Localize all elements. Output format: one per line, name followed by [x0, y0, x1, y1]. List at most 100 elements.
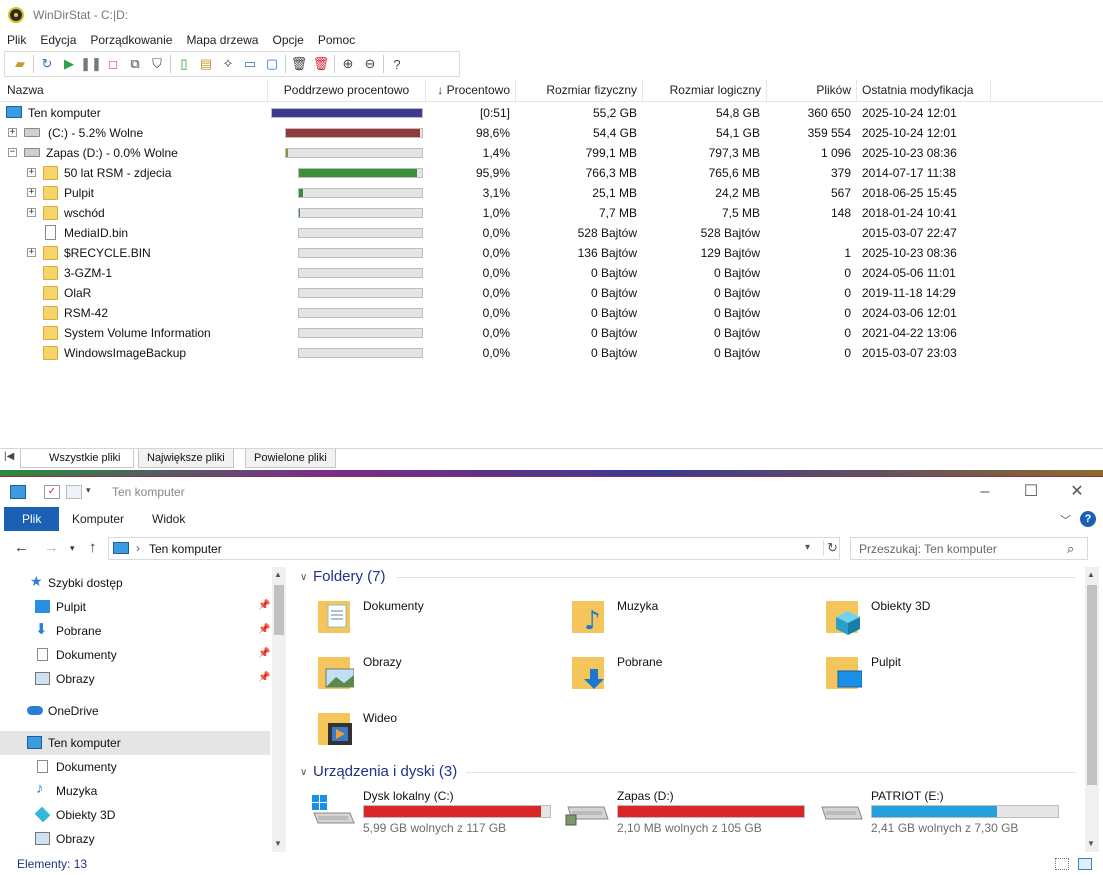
expand-icon[interactable]: +	[27, 208, 36, 217]
nav-item-muzyka[interactable]: ♪ Muzyka	[0, 779, 270, 803]
tree-row[interactable]: + $RECYCLE.BIN 0,0% 136 Bajtów 129 Bajtó…	[0, 243, 1103, 263]
search-icon[interactable]: ⌕	[1067, 541, 1074, 557]
tree-row[interactable]: + wschód 1,0% 7,7 MB 7,5 MB 148 2018-01-…	[0, 203, 1103, 223]
forward-arrow-icon[interactable]: →	[44, 539, 59, 556]
close-button[interactable]: ✕	[1054, 477, 1100, 507]
menu-opcje[interactable]: Opcje	[265, 33, 310, 47]
breadcrumb[interactable]: Ten komputer	[149, 542, 222, 556]
scroll-down-icon[interactable]: ▼	[274, 839, 282, 848]
open-folder-icon[interactable]: ▰	[9, 53, 31, 75]
maximize-button[interactable]: ☐	[1008, 477, 1054, 507]
delete-icon[interactable]: 🗑	[310, 53, 332, 75]
tab-wszystkie-pliki[interactable]: Wszystkie pliki	[20, 449, 134, 468]
tree-row[interactable]: − Zapas (D:) - 0.0% Wolne 1,4% 799,1 MB …	[0, 143, 1103, 163]
properties-icon[interactable]: ▢	[261, 53, 283, 75]
col-procentowo[interactable]: ↓ Procentowo	[426, 80, 516, 102]
nav-item-pobrane[interactable]: ⬇ Pobrane 📌	[0, 619, 270, 643]
col-ostatnia-modyfikacja[interactable]: Ostatnia modyfikacja	[857, 80, 991, 102]
properties-icon[interactable]: ✓	[44, 485, 60, 499]
tree-row[interactable]: System Volume Information 0,0% 0 Bajtów …	[0, 323, 1103, 343]
scroll-thumb[interactable]	[1087, 585, 1097, 785]
folder-tile[interactable]: Pobrane	[544, 647, 794, 699]
tree-row[interactable]: RSM-42 0,0% 0 Bajtów 0 Bajtów 0 2024-03-…	[0, 303, 1103, 323]
filter-icon[interactable]: ⛉	[146, 53, 168, 75]
refresh-icon[interactable]: ↻	[823, 540, 838, 556]
nav-item-pulpit[interactable]: Pulpit 📌	[0, 595, 270, 619]
expand-icon[interactable]: +	[8, 128, 17, 137]
open-item-icon[interactable]: ▯	[173, 53, 195, 75]
address-bar[interactable]: › Ten komputer ▾ ↻	[108, 537, 840, 560]
group-header-drives[interactable]: Urządzenia i dyski (3)	[313, 763, 457, 780]
pin-icon[interactable]: 📌	[258, 672, 270, 683]
play-icon[interactable]: ▶	[58, 53, 80, 75]
folder-tile[interactable]: Obrazy	[290, 647, 540, 699]
pin-icon[interactable]: 📌	[258, 600, 270, 611]
nav-item-dokumenty[interactable]: Dokumenty 📌	[0, 643, 270, 667]
folder-tile[interactable]: Wideo	[290, 703, 540, 755]
menu-pomoc[interactable]: Pomoc	[311, 33, 362, 47]
zoom-in-icon[interactable]: ⊕	[337, 53, 359, 75]
nav-item-obiekty-3d[interactable]: Obiekty 3D	[0, 803, 270, 827]
collapse-group-icon[interactable]: ∨	[300, 572, 307, 583]
nav-item-obrazy[interactable]: Obrazy 📌	[0, 667, 270, 691]
breadcrumb-chevron-icon[interactable]: ›	[136, 541, 140, 555]
details-view-icon[interactable]	[1055, 858, 1069, 870]
content-scrollbar[interactable]: ▲ ▼	[1085, 567, 1099, 852]
folder-tile[interactable]: Dokumenty	[290, 591, 540, 643]
copy-path-icon[interactable]: ⧉	[124, 53, 146, 75]
customize-dropdown-icon[interactable]: ▾	[86, 485, 102, 499]
col-plikow[interactable]: Plików	[767, 80, 857, 102]
folder-tile[interactable]: ♪ Muzyka	[544, 591, 794, 643]
expand-ribbon-icon[interactable]: ﹀	[1060, 512, 1071, 528]
tree-row[interactable]: 3-GZM-1 0,0% 0 Bajtów 0 Bajtów 0 2024-05…	[0, 263, 1103, 283]
expand-icon[interactable]: +	[27, 168, 36, 177]
nav-scrollbar[interactable]: ▲ ▼	[272, 567, 286, 852]
expand-icon[interactable]: +	[27, 188, 36, 197]
help-icon[interactable]: ?	[1080, 511, 1096, 527]
tree-row[interactable]: WindowsImageBackup 0,0% 0 Bajtów 0 Bajtó…	[0, 343, 1103, 363]
nav-item-dokumenty[interactable]: Dokumenty	[0, 755, 270, 779]
scroll-up-icon[interactable]: ▲	[1087, 570, 1095, 579]
tab-powielone-pliki[interactable]: Powielone pliki	[245, 449, 336, 468]
search-input[interactable]: Przeszukaj: Ten komputer ⌕	[850, 537, 1088, 560]
menu-mapa-drzewa[interactable]: Mapa drzewa	[179, 33, 265, 47]
explorer-icon[interactable]: ▭	[239, 53, 261, 75]
drive-tile[interactable]: Dysk lokalny (C:) 5,99 GB wolnych z 117 …	[290, 785, 551, 835]
tab-plik[interactable]: Plik	[4, 507, 60, 531]
scroll-thumb[interactable]	[274, 585, 284, 635]
folder-tile[interactable]: Obiekty 3D	[798, 591, 1048, 643]
large-icons-view-icon[interactable]	[1078, 858, 1092, 870]
nav-onedrive[interactable]: OneDrive	[0, 699, 270, 723]
tab-scroll-first-icon[interactable]: |◀	[4, 451, 14, 462]
help-icon[interactable]: ?	[386, 53, 408, 75]
pin-icon[interactable]: 📌	[258, 624, 270, 635]
menu-plik[interactable]: Plik	[0, 33, 33, 47]
expand-icon[interactable]: +	[27, 248, 36, 257]
new-folder-icon[interactable]	[66, 485, 82, 499]
menu-edycja[interactable]: Edycja	[33, 33, 83, 47]
tree-row[interactable]: Ten komputer [0:51] 55,2 GB 54,8 GB 360 …	[0, 103, 1103, 123]
nav-quick-access[interactable]: ★ Szybki dostęp	[0, 571, 270, 595]
col-rozmiar-fizyczny[interactable]: Rozmiar fizyczny	[516, 80, 643, 102]
pin-icon[interactable]: 📌	[258, 648, 270, 659]
recent-dropdown-icon[interactable]: ▾	[70, 543, 75, 554]
collapse-group-icon[interactable]: ∨	[300, 767, 307, 778]
drive-tile[interactable]: Zapas (D:) 2,10 MB wolnych z 105 GB	[544, 785, 805, 835]
tab-najwieksze-pliki[interactable]: Największe pliki	[138, 449, 234, 468]
back-arrow-icon[interactable]: ←	[14, 539, 29, 556]
nav-this-pc[interactable]: Ten komputer	[0, 731, 270, 755]
col-nazwa[interactable]: Nazwa	[2, 80, 268, 102]
paste-icon[interactable]: ▤	[195, 53, 217, 75]
pause-icon[interactable]: ❚❚	[80, 53, 102, 75]
tree-row[interactable]: + 50 lat RSM - zdjecia 95,9% 766,3 MB 76…	[0, 163, 1103, 183]
scroll-down-icon[interactable]: ▼	[1087, 839, 1095, 848]
tree-row[interactable]: + (C:) - 5.2% Wolne 98,6% 54,4 GB 54,1 G…	[0, 123, 1103, 143]
tree-row[interactable]: MediaID.bin 0,0% 528 Bajtów 528 Bajtów 2…	[0, 223, 1103, 243]
up-arrow-icon[interactable]: ↑	[89, 539, 97, 556]
col-rozmiar-logiczny[interactable]: Rozmiar logiczny	[643, 80, 767, 102]
menu-porzadkowanie[interactable]: Porządkowanie	[83, 33, 179, 47]
group-header-folders[interactable]: Foldery (7)	[313, 568, 386, 585]
recycle-icon[interactable]: 🗑	[288, 53, 310, 75]
folder-tile[interactable]: Pulpit	[798, 647, 1048, 699]
tree-row[interactable]: + Pulpit 3,1% 25,1 MB 24,2 MB 567 2018-0…	[0, 183, 1103, 203]
